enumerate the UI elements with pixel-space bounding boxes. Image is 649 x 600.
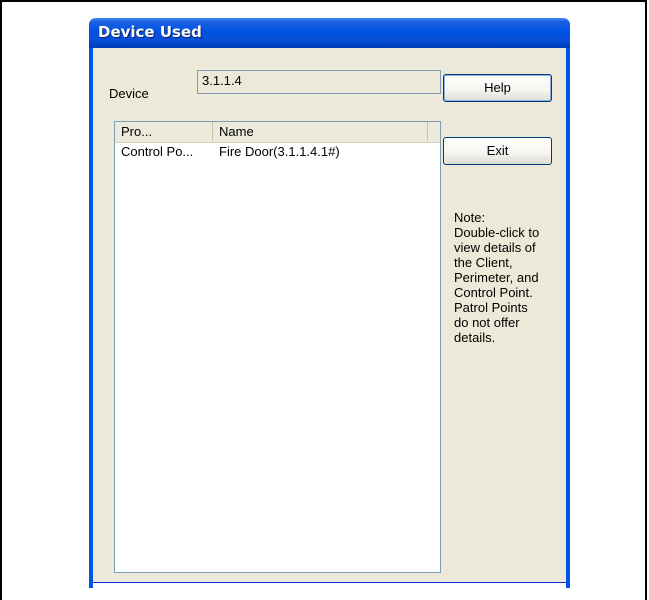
device-field[interactable]: 3.1.1.4 (197, 70, 441, 94)
title-bar[interactable]: Device Used (89, 18, 570, 48)
list-item[interactable]: Control Po... Fire Door(3.1.1.4.1#) (115, 143, 440, 161)
window-border-right (566, 48, 570, 588)
device-used-dialog: Device Used Device 3.1.1.4 Help Exit Pro… (89, 18, 570, 588)
column-header-pro[interactable]: Pro... (115, 122, 213, 141)
exit-button[interactable]: Exit (443, 137, 552, 165)
list-item-name: Fire Door(3.1.1.4.1#) (219, 144, 340, 159)
device-label: Device (109, 86, 149, 101)
list-item-type: Control Po... (121, 144, 194, 159)
device-list[interactable]: Pro... Name Control Po... Fire Door(3.1.… (114, 121, 441, 573)
window-border-left (89, 48, 93, 588)
note-text: Note: Double-click to view details of th… (454, 210, 540, 345)
help-button[interactable]: Help (443, 74, 552, 102)
list-header: Pro... Name (115, 122, 440, 143)
column-header-name[interactable]: Name (213, 122, 428, 141)
window-title: Device Used (98, 23, 202, 41)
